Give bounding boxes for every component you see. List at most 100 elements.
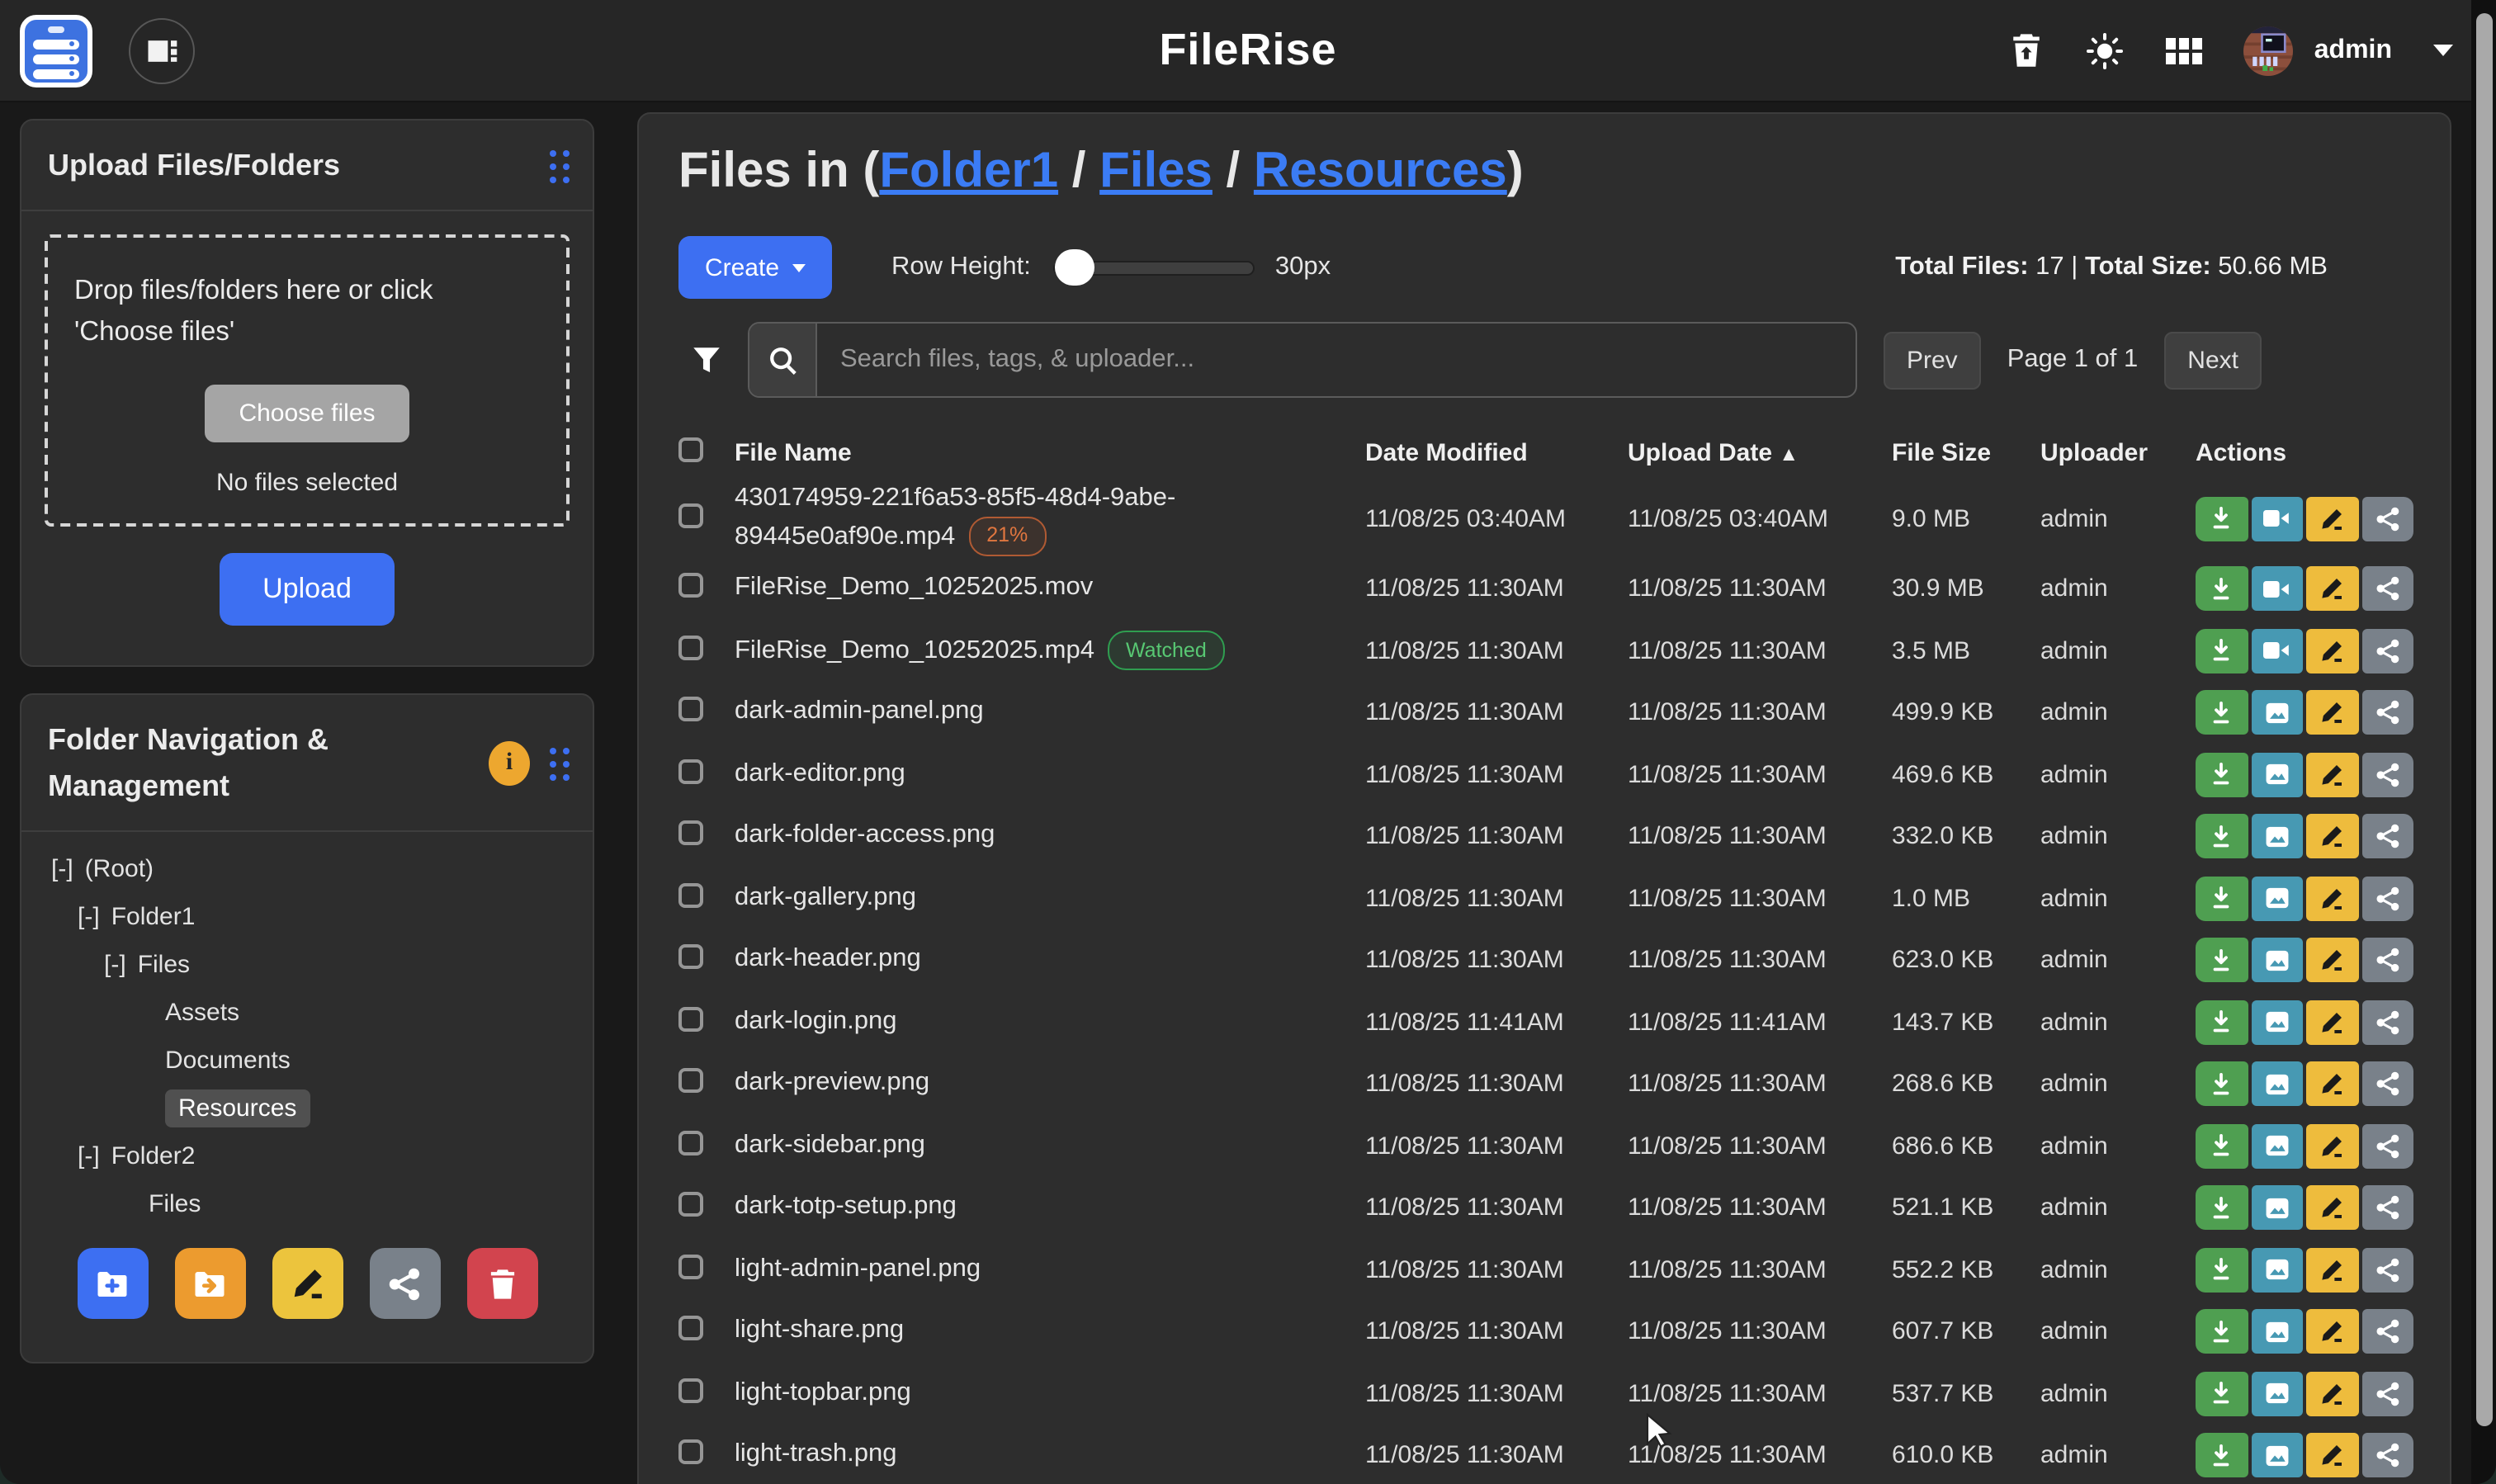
preview-button[interactable] — [2251, 1247, 2303, 1292]
row-checkbox[interactable] — [678, 1068, 703, 1093]
file-name[interactable]: dark-header.png — [735, 944, 921, 972]
avatar[interactable] — [2243, 26, 2293, 75]
folder-tree-item[interactable]: Assets — [21, 989, 593, 1037]
choose-files-button[interactable]: Choose files — [205, 385, 409, 442]
preview-button[interactable] — [2251, 628, 2303, 673]
share-button[interactable] — [2361, 497, 2413, 541]
share-button[interactable] — [2361, 752, 2413, 796]
share-button[interactable] — [2361, 1309, 2413, 1354]
info-icon[interactable]: i — [489, 741, 530, 786]
file-name[interactable]: light-admin-panel.png — [735, 1254, 981, 1282]
edit-button[interactable] — [2306, 814, 2358, 858]
dropzone[interactable]: Drop files/folders here or click 'Choose… — [45, 234, 570, 527]
tree-item-label[interactable]: Documents — [165, 1047, 291, 1075]
preview-button[interactable] — [2251, 876, 2303, 920]
share-button[interactable] — [2361, 690, 2413, 735]
next-page-button[interactable]: Next — [2164, 331, 2262, 389]
download-button[interactable] — [2196, 628, 2248, 673]
preview-button[interactable] — [2251, 566, 2303, 611]
preview-button[interactable] — [2251, 1123, 2303, 1168]
preview-button[interactable] — [2251, 938, 2303, 982]
tree-collapse-toggle[interactable]: [-] — [78, 1142, 100, 1170]
edit-button[interactable] — [2306, 1061, 2358, 1106]
share-button[interactable] — [2361, 628, 2413, 673]
row-checkbox[interactable] — [678, 1130, 703, 1155]
edit-button[interactable] — [2306, 497, 2358, 541]
folder-tree-item[interactable]: [-] Files — [21, 941, 593, 989]
download-button[interactable] — [2196, 876, 2248, 920]
col-file-name[interactable]: File Name — [735, 438, 1365, 466]
delete-folder-button[interactable] — [466, 1248, 537, 1319]
file-name[interactable]: FileRise_Demo_10252025.mp4 — [735, 636, 1094, 664]
edit-button[interactable] — [2306, 1247, 2358, 1292]
share-button[interactable] — [2361, 566, 2413, 611]
tree-item-label[interactable]: (Root) — [85, 855, 154, 883]
table-row[interactable]: 430174959-221f6a53-85f5-48d4-9abe-89445e… — [678, 480, 2410, 558]
download-button[interactable] — [2196, 497, 2248, 541]
breadcrumb-resources[interactable]: Resources — [1254, 144, 1507, 198]
row-checkbox[interactable] — [678, 1378, 703, 1402]
drag-handle-icon[interactable] — [550, 747, 570, 780]
file-name[interactable]: light-topbar.png — [735, 1378, 911, 1406]
download-button[interactable] — [2196, 1000, 2248, 1044]
table-row[interactable]: FileRise_Demo_10252025.mp4Watched 11/08/… — [678, 620, 2410, 682]
download-button[interactable] — [2196, 566, 2248, 611]
tree-collapse-toggle[interactable]: [-] — [78, 903, 100, 931]
file-name[interactable]: dark-editor.png — [735, 759, 905, 787]
scrollbar[interactable] — [2471, 0, 2496, 1484]
tree-collapse-toggle[interactable]: [-] — [104, 951, 126, 979]
table-row[interactable]: dark-totp-setup.png 11/08/25 11:30AM 11/… — [678, 1177, 2410, 1239]
download-button[interactable] — [2196, 1247, 2248, 1292]
edit-button[interactable] — [2306, 752, 2358, 796]
preview-button[interactable] — [2251, 752, 2303, 796]
row-height-slider[interactable] — [1054, 260, 1255, 275]
table-row[interactable]: FileRise_Demo_10252025.mov 11/08/25 11:3… — [678, 558, 2410, 620]
table-row[interactable]: dark-header.png 11/08/25 11:30AM 11/08/2… — [678, 929, 2410, 991]
tree-item-label[interactable]: Files — [149, 1190, 201, 1218]
file-name[interactable]: dark-totp-setup.png — [735, 1192, 957, 1220]
download-button[interactable] — [2196, 1371, 2248, 1415]
trash-restore-icon[interactable] — [2009, 31, 2044, 69]
tree-item-label[interactable]: Resources — [165, 1089, 310, 1127]
upload-button[interactable]: Upload — [220, 553, 395, 626]
tree-item-label[interactable]: Files — [138, 951, 190, 979]
row-checkbox[interactable] — [678, 1192, 703, 1217]
light-mode-icon[interactable] — [2085, 31, 2125, 70]
preview-button[interactable] — [2251, 1185, 2303, 1230]
edit-button[interactable] — [2306, 1000, 2358, 1044]
preview-button[interactable] — [2251, 814, 2303, 858]
col-uploader[interactable]: Uploader — [2040, 438, 2196, 466]
row-checkbox[interactable] — [678, 1006, 703, 1031]
edit-button[interactable] — [2306, 938, 2358, 982]
create-folder-button[interactable] — [77, 1248, 148, 1319]
tree-item-label[interactable]: Folder1 — [111, 903, 196, 931]
user-name[interactable]: admin — [2314, 35, 2392, 65]
move-folder-button[interactable] — [174, 1248, 245, 1319]
scrollbar-thumb[interactable] — [2475, 13, 2492, 1426]
share-button[interactable] — [2361, 876, 2413, 920]
main-menu-button[interactable] — [20, 14, 92, 87]
edit-button[interactable] — [2306, 1123, 2358, 1168]
filter-icon[interactable] — [692, 344, 721, 376]
table-row[interactable]: dark-sidebar.png 11/08/25 11:30AM 11/08/… — [678, 1115, 2410, 1177]
edit-button[interactable] — [2306, 876, 2358, 920]
edit-button[interactable] — [2306, 628, 2358, 673]
edit-button[interactable] — [2306, 1371, 2358, 1415]
file-name[interactable]: dark-sidebar.png — [735, 1130, 925, 1158]
folder-tree-item[interactable]: [-](Root) — [21, 845, 593, 893]
download-button[interactable] — [2196, 1185, 2248, 1230]
preview-button[interactable] — [2251, 1000, 2303, 1044]
table-row[interactable]: dark-folder-access.png 11/08/25 11:30AM … — [678, 806, 2410, 867]
edit-button[interactable] — [2306, 566, 2358, 611]
preview-button[interactable] — [2251, 1309, 2303, 1354]
share-button[interactable] — [2361, 938, 2413, 982]
col-upload-date[interactable]: Upload Date ▲ — [1628, 438, 1892, 466]
tree-item-label[interactable]: Folder2 — [111, 1142, 196, 1170]
edit-button[interactable] — [2306, 1185, 2358, 1230]
table-row[interactable]: dark-login.png 11/08/25 11:41AM 11/08/25… — [678, 991, 2410, 1053]
table-row[interactable]: light-share.png 11/08/25 11:30AM 11/08/2… — [678, 1301, 2410, 1363]
slider-thumb[interactable] — [1056, 249, 1095, 286]
row-checkbox[interactable] — [678, 759, 703, 783]
share-button[interactable] — [2361, 1123, 2413, 1168]
table-row[interactable]: light-admin-panel.png 11/08/25 11:30AM 1… — [678, 1239, 2410, 1301]
